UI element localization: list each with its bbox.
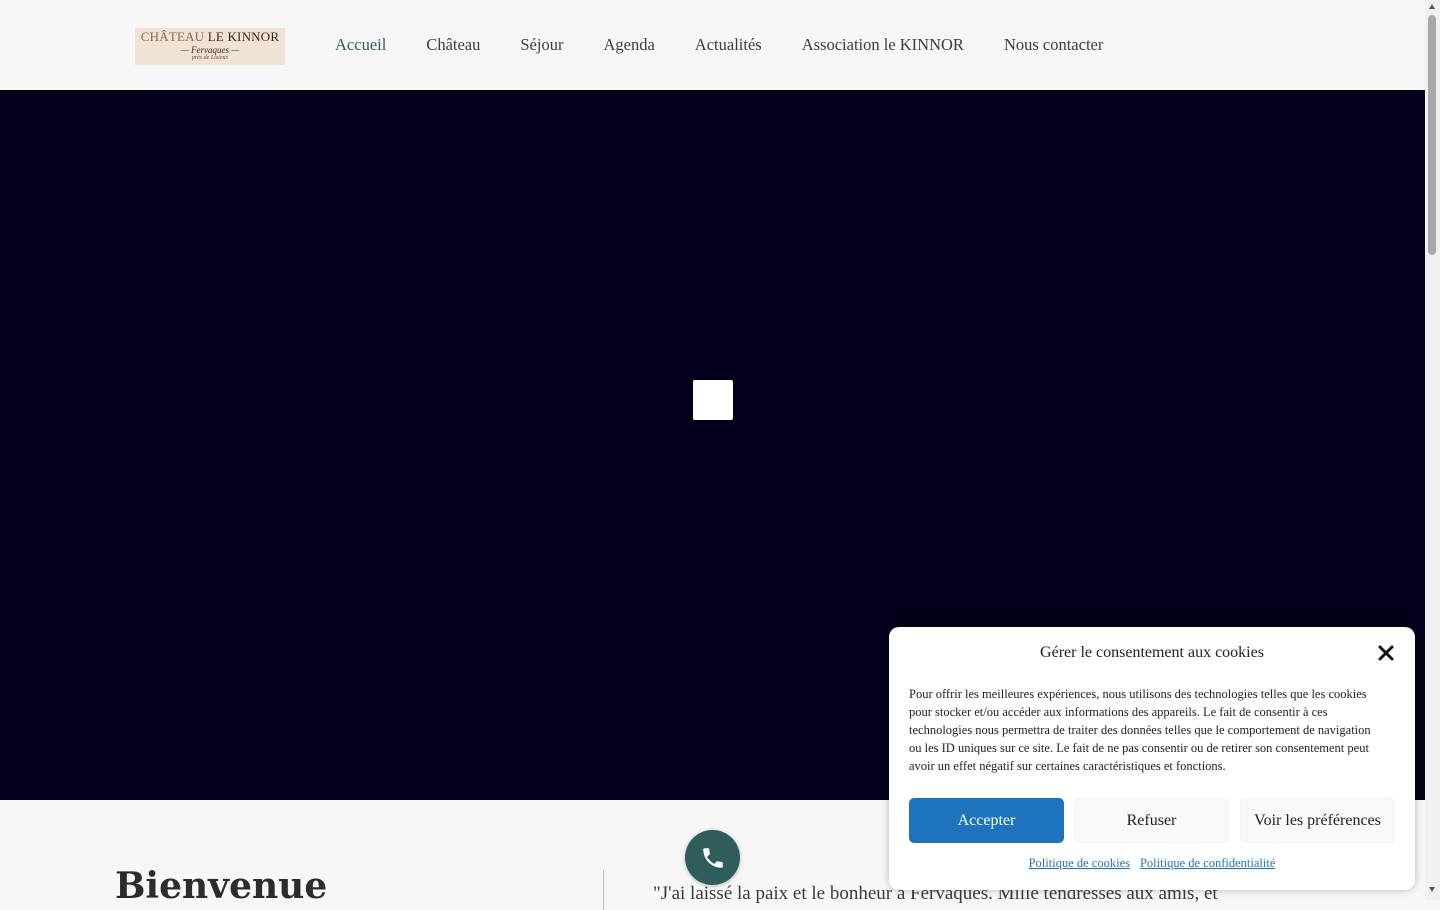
accept-button[interactable]: Accepter (909, 798, 1064, 843)
scroll-down-icon[interactable] (1429, 887, 1435, 892)
welcome-heading: Bienvenue (115, 865, 328, 907)
cookie-banner-links: Politique de cookies Politique de confid… (889, 856, 1415, 871)
cookie-banner-text: Pour offrir les meilleures expériences, … (909, 687, 1371, 773)
refuse-button[interactable]: Refuser (1074, 798, 1229, 843)
logo-subtitle: — Fervaques — (180, 45, 240, 55)
nav-item-chateau[interactable]: Château (406, 0, 500, 90)
cookie-policy-link[interactable]: Politique de cookies (1029, 856, 1130, 871)
nav-item-actualites[interactable]: Actualités (675, 0, 782, 90)
page-scrollbar[interactable] (1425, 0, 1440, 900)
nav-item-accueil[interactable]: Accueil (315, 0, 407, 94)
nav-item-sejour[interactable]: Séjour (500, 0, 583, 90)
scrollbar-thumb[interactable] (1428, 15, 1436, 255)
phone-call-button[interactable] (685, 830, 740, 885)
site-logo[interactable]: CHÂTEAU LE KINNOR — Fervaques — près de … (135, 28, 285, 65)
phone-icon (702, 847, 723, 868)
preferences-button[interactable]: Voir les préférences (1240, 798, 1395, 843)
close-button[interactable] (1375, 642, 1397, 664)
nav-item-agenda[interactable]: Agenda (583, 0, 674, 90)
cookie-consent-banner: Gérer le consentement aux cookies Pour o… (889, 627, 1415, 890)
logo-title: CHÂTEAU LE KINNOR (140, 29, 280, 44)
site-header: CHÂTEAU LE KINNOR — Fervaques — près de … (0, 0, 1425, 94)
close-icon (1378, 645, 1394, 661)
main-nav: Accueil Château Séjour Agenda Actualités… (315, 0, 1123, 94)
scroll-up-icon[interactable] (1429, 4, 1435, 9)
nav-item-contact[interactable]: Nous contacter (984, 0, 1123, 90)
cookie-banner-title: Gérer le consentement aux cookies (1040, 644, 1264, 661)
video-play-icon[interactable] (693, 380, 733, 420)
logo-tagline: près de Lisieux (191, 55, 229, 61)
divider (603, 870, 604, 910)
nav-item-association[interactable]: Association le KINNOR (782, 0, 984, 90)
privacy-policy-link[interactable]: Politique de confidentialité (1140, 856, 1275, 871)
